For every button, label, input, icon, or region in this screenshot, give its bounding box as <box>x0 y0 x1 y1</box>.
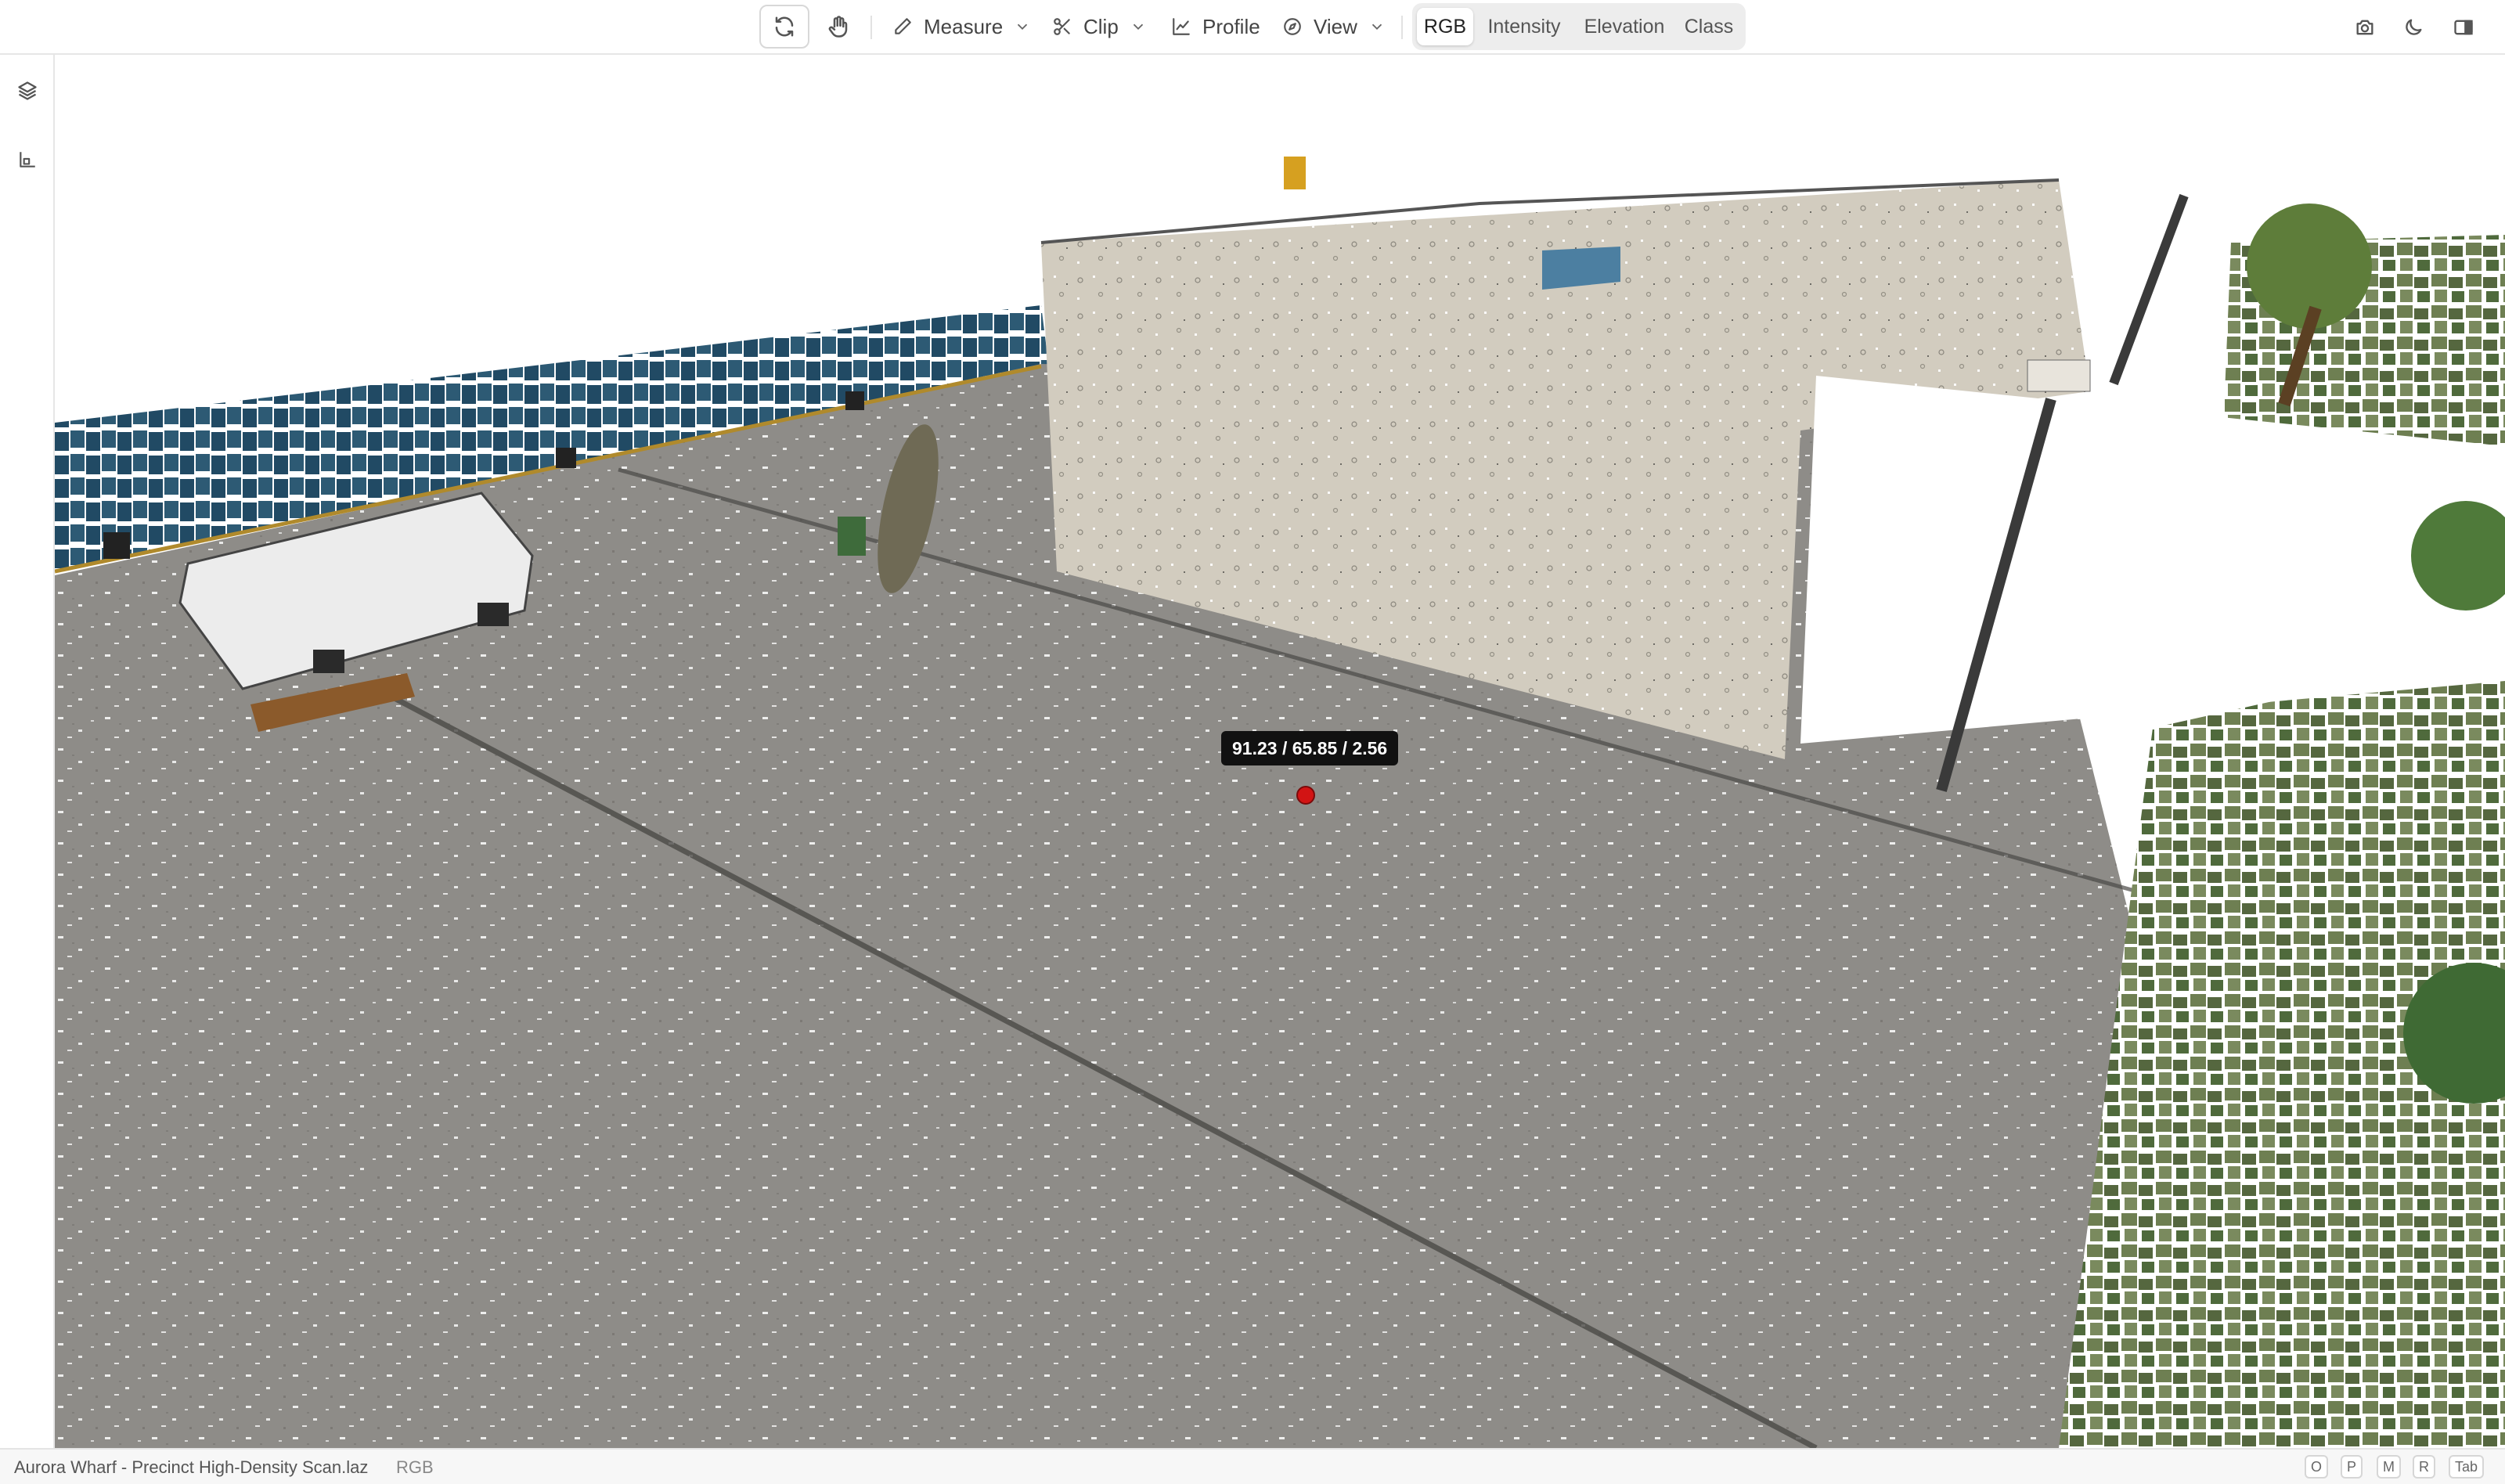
pick-point-marker[interactable] <box>1296 786 1315 805</box>
refresh-orbit-icon <box>775 16 794 37</box>
color-mode-class[interactable]: Class <box>1678 8 1739 45</box>
shortcut-key-m: M <box>2377 1455 2401 1479</box>
top-toolbar: Measure Clip Profile View RGB Intensity … <box>0 0 2505 55</box>
chevron-down-icon <box>1371 23 1382 31</box>
chevron-down-icon <box>1018 23 1028 31</box>
axes-icon <box>20 152 35 167</box>
point-cloud-viewport[interactable]: 91.23 / 65.85 / 2.56 <box>55 55 2505 1448</box>
layers-icon <box>18 81 37 100</box>
panel-toggle[interactable] <box>2447 11 2480 44</box>
status-color-mode: RGB <box>396 1457 434 1477</box>
orbit-button[interactable] <box>759 5 809 49</box>
color-mode-intensity[interactable]: Intensity <box>1478 8 1570 45</box>
clip-label: Clip <box>1083 14 1119 38</box>
shortcut-key-r: R <box>2413 1455 2435 1479</box>
measure-label: Measure <box>924 14 1004 38</box>
profile-label: Profile <box>1202 14 1260 38</box>
clip-dropdown[interactable]: Clip <box>1052 5 1147 49</box>
shortcut-key-tab: Tab <box>2449 1455 2485 1479</box>
pick-coordinate-label: 91.23 / 65.85 / 2.56 <box>1221 731 1399 765</box>
hand-pan-icon <box>828 16 848 38</box>
profile-button[interactable]: Profile <box>1171 5 1260 49</box>
screenshot-button[interactable] <box>2348 11 2381 44</box>
camera-icon <box>2356 20 2373 35</box>
shortcut-key-o: O <box>2305 1455 2329 1479</box>
color-mode-switcher: RGB Intensity Elevation Class <box>1412 3 1746 50</box>
toolbar-divider <box>870 16 872 39</box>
status-bar: Aurora Wharf - Precinct High-Density Sca… <box>0 1448 2505 1484</box>
color-mode-rgb[interactable]: RGB <box>1417 8 1473 45</box>
toolbar-divider <box>1401 16 1403 39</box>
shortcut-key-p: P <box>2341 1455 2363 1479</box>
view-label: View <box>1314 14 1357 38</box>
scissors-icon <box>1054 18 1070 35</box>
theme-toggle[interactable] <box>2397 11 2430 44</box>
pan-button[interactable] <box>824 5 853 49</box>
chevron-down-icon <box>1133 23 1143 31</box>
layers-button[interactable] <box>10 74 45 108</box>
moon-icon <box>2406 19 2422 35</box>
file-name: Aurora Wharf - Precinct High-Density Sca… <box>14 1457 369 1477</box>
view-dropdown[interactable]: View <box>1282 5 1386 49</box>
sidebar-icon <box>2454 20 2473 35</box>
compass-icon <box>1284 18 1301 35</box>
color-mode-elevation[interactable]: Elevation <box>1573 8 1675 45</box>
axes-button[interactable] <box>10 142 45 177</box>
line-chart-icon <box>1173 18 1190 35</box>
measure-dropdown[interactable]: Measure <box>892 5 1031 49</box>
left-rail <box>0 55 55 1448</box>
pencil-icon <box>895 18 911 34</box>
